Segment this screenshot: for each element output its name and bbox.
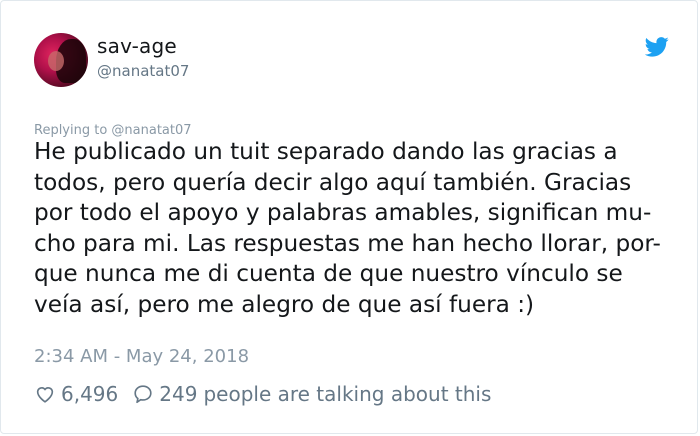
tweet-line: por todo el apoyo y palabras amables, si… <box>34 199 652 226</box>
speech-bubble-icon[interactable] <box>132 383 154 405</box>
like-count[interactable]: 6,496 <box>61 382 118 406</box>
twitter-bird-icon[interactable] <box>645 37 669 57</box>
replying-to[interactable]: Replying to @nanatat07 <box>34 123 192 138</box>
tweet-text: He publicado un tuit separado dando las … <box>34 137 684 320</box>
heart-icon[interactable] <box>34 383 56 405</box>
tweet-line: veía así, pero me alegro de que así fuer… <box>34 290 535 318</box>
tweet-line: cho para mi. Las respuestas me han hecho… <box>34 229 661 257</box>
avatar[interactable] <box>34 33 88 87</box>
tweet-line: He publicado un tuit separado dando las … <box>34 138 618 165</box>
avatar-face <box>48 51 64 71</box>
tweet-card: sav-age @nanatat07 Replying to @nanatat0… <box>0 0 698 434</box>
user-handle[interactable]: @nanatat07 <box>97 62 189 80</box>
tweet-timestamp[interactable]: 2:34 AM - May 24, 2018 <box>34 346 249 367</box>
talking-about-text[interactable]: people are talking about this <box>203 382 491 406</box>
tweet-actions: 6,496 249 people are talking about this <box>34 380 491 408</box>
tweet-line: todos, pero quería decir algo aquí tambi… <box>34 168 632 196</box>
reply-count[interactable]: 249 <box>159 382 197 406</box>
display-name[interactable]: sav-age <box>97 34 177 58</box>
tweet-line: que nunca me di cuenta de que nuestro ví… <box>34 260 623 287</box>
